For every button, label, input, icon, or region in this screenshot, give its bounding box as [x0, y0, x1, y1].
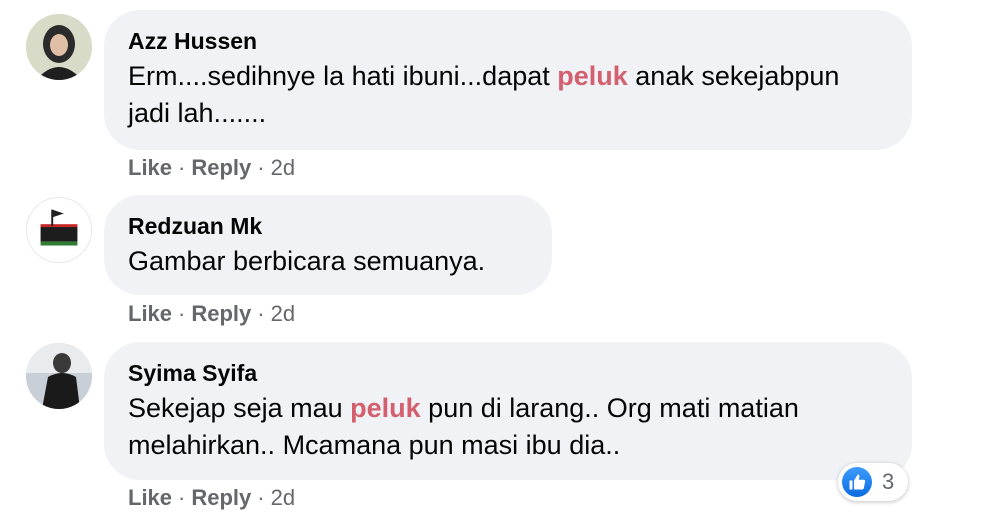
comment-text: Sekejap seja mau peluk pun di larang.. O… — [128, 390, 888, 464]
comment-actions: Like · Reply · 2d — [128, 155, 295, 181]
reply-button[interactable]: Reply — [191, 301, 251, 326]
avatar[interactable] — [26, 197, 92, 263]
reply-button[interactable]: Reply — [191, 155, 251, 180]
separator: · — [257, 301, 265, 326]
comment-text: Erm....sedihnye la hati ibuni...dapat pe… — [128, 58, 888, 132]
comment-author[interactable]: Redzuan Mk — [128, 211, 528, 241]
like-button[interactable]: Like — [128, 155, 172, 180]
highlighted-keyword: peluk — [557, 61, 628, 91]
reaction-summary[interactable]: 3 — [838, 463, 908, 501]
timestamp[interactable]: 2d — [271, 301, 295, 326]
comment-bubble: Azz Hussen Erm....sedihnye la hati ibuni… — [104, 10, 912, 150]
avatar-image — [26, 343, 92, 409]
thumbs-up-icon — [842, 467, 872, 497]
separator: · — [257, 155, 265, 180]
like-button[interactable]: Like — [128, 301, 172, 326]
separator: · — [257, 485, 265, 510]
text-segment: Gambar berbicara semuanya. — [128, 246, 486, 276]
comment-text: Gambar berbicara semuanya. — [128, 243, 528, 280]
avatar[interactable] — [26, 343, 92, 409]
text-segment: Erm....sedihnye la hati ibuni...dapat — [128, 61, 558, 91]
avatar-image — [27, 198, 91, 262]
avatar-image — [26, 14, 92, 80]
text-segment: Sekejap seja mau — [128, 393, 351, 423]
highlighted-keyword: peluk — [350, 393, 421, 423]
timestamp[interactable]: 2d — [271, 485, 295, 510]
separator: · — [178, 155, 186, 180]
separator: · — [178, 301, 186, 326]
comment-actions: Like · Reply · 2d — [128, 301, 295, 327]
comment-bubble: Syima Syifa Sekejap seja mau peluk pun d… — [104, 342, 912, 480]
comment-author[interactable]: Syima Syifa — [128, 358, 888, 388]
comment-author[interactable]: Azz Hussen — [128, 26, 888, 56]
reply-button[interactable]: Reply — [191, 485, 251, 510]
comment-actions: Like · Reply · 2d — [128, 485, 295, 511]
like-button[interactable]: Like — [128, 485, 172, 510]
avatar[interactable] — [26, 14, 92, 80]
separator: · — [178, 485, 186, 510]
reaction-count: 3 — [882, 469, 895, 494]
comment-bubble: Redzuan Mk Gambar berbicara semuanya. — [104, 195, 552, 295]
timestamp[interactable]: 2d — [271, 155, 295, 180]
